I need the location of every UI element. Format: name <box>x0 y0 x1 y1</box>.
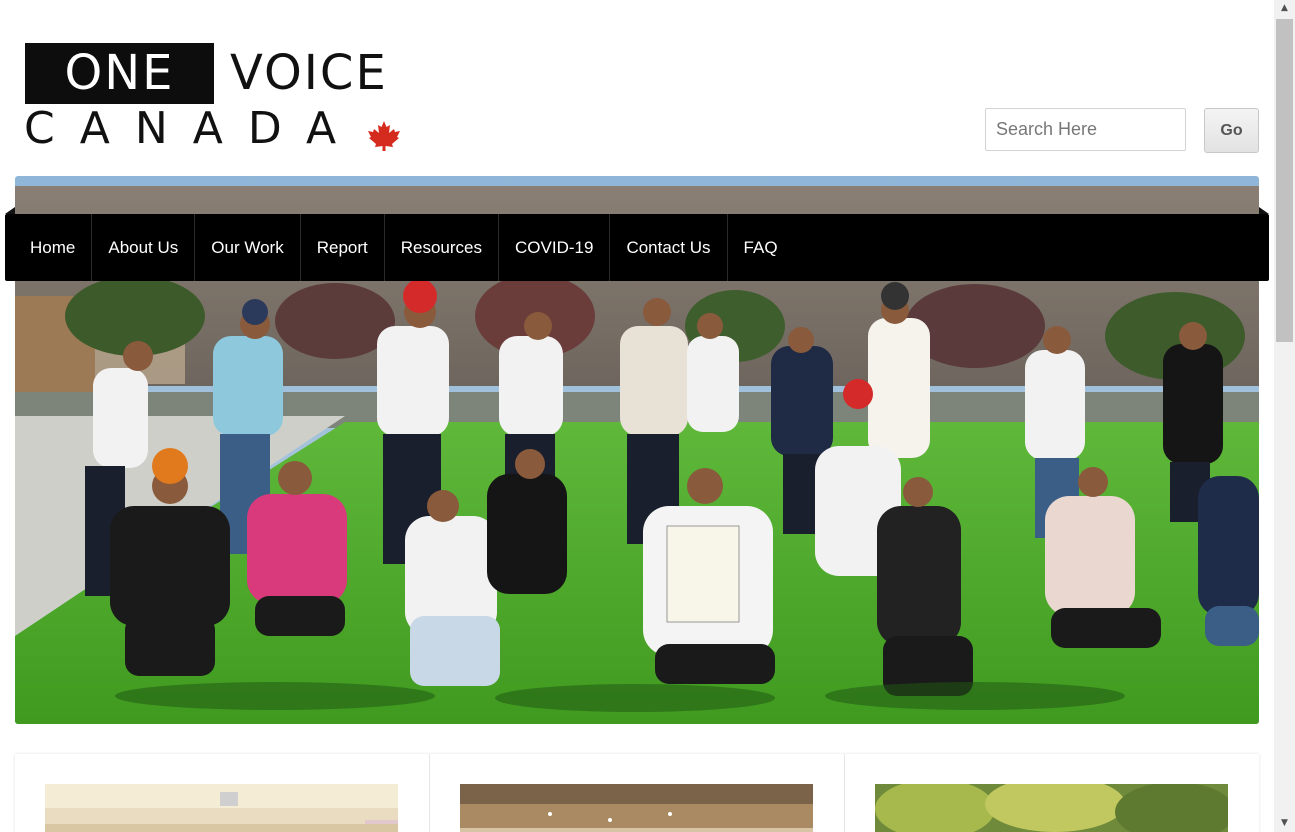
card-photo-3[interactable] <box>875 784 1228 832</box>
feature-card[interactable] <box>430 754 845 832</box>
search-input[interactable] <box>985 108 1186 151</box>
search-go-button[interactable]: Go <box>1204 108 1259 153</box>
scroll-thumb[interactable] <box>1276 19 1293 342</box>
logo-text-canada: CANADA <box>24 103 362 154</box>
nav-item-covid-19[interactable]: COVID-19 <box>499 214 611 281</box>
logo-text-one: ONE <box>64 45 175 101</box>
feature-cards <box>15 754 1259 832</box>
nav-item-report[interactable]: Report <box>301 214 385 281</box>
nav-item-contact-us[interactable]: Contact Us <box>610 214 728 281</box>
nav-item-resources[interactable]: Resources <box>385 214 500 281</box>
site-logo[interactable]: ONE VOICE CANADA <box>24 42 404 154</box>
nav-item-our-work[interactable]: Our Work <box>195 214 301 281</box>
page-scrollbar[interactable]: ▲ ▼ <box>1274 0 1295 832</box>
page: ONE VOICE CANADA Go <box>0 0 1295 832</box>
feature-card[interactable] <box>845 754 1259 832</box>
scroll-down-arrow-icon[interactable]: ▼ <box>1274 815 1295 832</box>
card-photo-1[interactable] <box>45 784 398 832</box>
nav-item-faq[interactable]: FAQ <box>728 214 794 281</box>
logo-text-voice: VOICE <box>230 45 388 101</box>
nav-item-about-us[interactable]: About Us <box>92 214 196 281</box>
scroll-up-arrow-icon[interactable]: ▲ <box>1274 0 1295 17</box>
main-nav: Home About Us Our Work Report Resources … <box>5 214 1269 281</box>
nav-fold-right <box>1259 207 1269 214</box>
feature-card[interactable] <box>15 754 430 832</box>
nav-fold-left <box>5 207 15 214</box>
nav-item-home[interactable]: Home <box>5 214 93 281</box>
maple-leaf-icon <box>368 121 400 151</box>
card-photo-2[interactable] <box>460 784 813 832</box>
